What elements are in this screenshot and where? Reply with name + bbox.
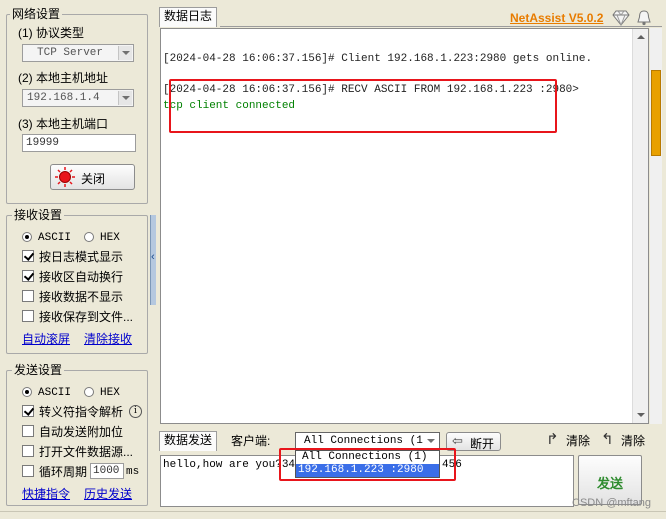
clear-receive-icon[interactable]: ↰ (601, 432, 614, 448)
log-mode-label: 按日志模式显示 (39, 250, 124, 264)
scroll-down-arrow[interactable] (633, 407, 648, 423)
port-input[interactable]: 19999 (22, 134, 136, 152)
power-led-icon (55, 167, 75, 187)
port-label: (3) 本地主机端口 (18, 117, 109, 131)
tab-data-log-label: 数据日志 (164, 9, 213, 23)
cycle-label: 循环周期 (39, 465, 88, 479)
send-hex-radio[interactable] (84, 387, 94, 397)
send-ascii-radio[interactable] (22, 387, 32, 397)
cycle-checkbox[interactable] (22, 465, 34, 477)
cycle-unit: ms (126, 466, 140, 478)
escape-parse-checkbox[interactable] (22, 405, 34, 417)
send-hex-label: HEX (100, 387, 120, 399)
received-message-highlight (169, 79, 557, 133)
tab-data-send-label: 数据发送 (164, 433, 213, 447)
client-selected-value: All Connections (1) (304, 435, 430, 447)
auto-append-label: 自动发送附加位 (39, 425, 124, 439)
send-history-link[interactable]: 历史发送 (84, 487, 132, 501)
protocol-select[interactable]: TCP Server (22, 44, 134, 62)
host-select[interactable]: 192.168.1.4 (22, 89, 134, 107)
protocol-label: (1) 协议类型 (18, 26, 85, 40)
protocol-value: TCP Server (37, 47, 104, 59)
escape-parse-label: 转义符指令解析 (39, 405, 124, 419)
sidebar-splitter[interactable]: ‹ (150, 215, 156, 305)
send-settings-title: 发送设置 (12, 363, 65, 377)
chevron-down-icon[interactable] (424, 434, 438, 448)
client-label: 客户端: (231, 434, 271, 448)
cycle-period-input[interactable]: 1000 (90, 463, 124, 479)
tab-strip-line (220, 26, 662, 27)
gem-icon[interactable] (612, 10, 630, 26)
send-button-label: 发送 (596, 476, 623, 491)
shortcut-commands-link[interactable]: 快捷指令 (22, 487, 70, 501)
info-icon[interactable]: i (129, 405, 142, 418)
window-scroll-thumb[interactable] (651, 70, 661, 156)
receive-settings-title: 接收设置 (12, 208, 65, 222)
hide-receive-label: 接收数据不显示 (39, 290, 124, 304)
receive-ascii-radio[interactable] (22, 232, 32, 242)
save-file-label: 接收保存到文件... (39, 310, 134, 324)
auto-wrap-label: 接收区自动换行 (39, 270, 124, 284)
clear-send-icon[interactable]: ↱ (546, 432, 559, 448)
bell-icon[interactable] (636, 10, 652, 26)
chevron-down-icon[interactable] (118, 91, 132, 105)
network-settings-title: 网络设置 (10, 7, 63, 21)
scroll-up-arrow[interactable] (633, 29, 648, 45)
tab-data-log[interactable]: 数据日志 (159, 7, 218, 27)
tab-data-send[interactable]: 数据发送 (159, 431, 218, 451)
chevron-left-icon[interactable]: ‹ (151, 251, 155, 263)
window-scrollbar[interactable] (650, 28, 662, 424)
close-button-label: 关闭 (81, 172, 106, 186)
close-connection-button[interactable]: 关闭 (50, 164, 135, 190)
open-file-label: 打开文件数据源... (39, 445, 134, 459)
clear-receive-label[interactable]: 清除 (621, 434, 645, 448)
send-ascii-label: ASCII (38, 387, 72, 399)
status-bar (0, 511, 666, 519)
auto-wrap-checkbox[interactable] (22, 270, 34, 282)
log-line-online: [2024-04-28 16:06:37.156]# Client 192.16… (163, 53, 593, 65)
dropdown-highlight (279, 448, 456, 481)
receive-hex-label: HEX (100, 232, 120, 244)
clear-receive-link[interactable]: 清除接收 (84, 332, 132, 346)
log-vertical-scrollbar[interactable] (632, 29, 648, 423)
auto-append-checkbox[interactable] (22, 425, 34, 437)
receive-hex-radio[interactable] (84, 232, 94, 242)
host-value: 192.168.1.4 (27, 92, 100, 104)
clear-send-label[interactable]: 清除 (566, 434, 590, 448)
receive-ascii-label: ASCII (38, 232, 72, 244)
chevron-down-icon[interactable] (118, 46, 132, 60)
disconnect-label: 断开 (470, 437, 495, 451)
arrow-left-icon: ⇦ (452, 433, 463, 448)
save-file-checkbox[interactable] (22, 310, 34, 322)
log-mode-checkbox[interactable] (22, 250, 34, 262)
auto-scroll-link[interactable]: 自动滚屏 (22, 332, 70, 346)
host-label: (2) 本地主机地址 (18, 71, 109, 85)
hide-receive-checkbox[interactable] (22, 290, 34, 302)
open-file-checkbox[interactable] (22, 445, 34, 457)
brand-title: NetAssist V5.0.2 (510, 11, 604, 25)
watermark: CSDN @mftang (572, 497, 652, 509)
